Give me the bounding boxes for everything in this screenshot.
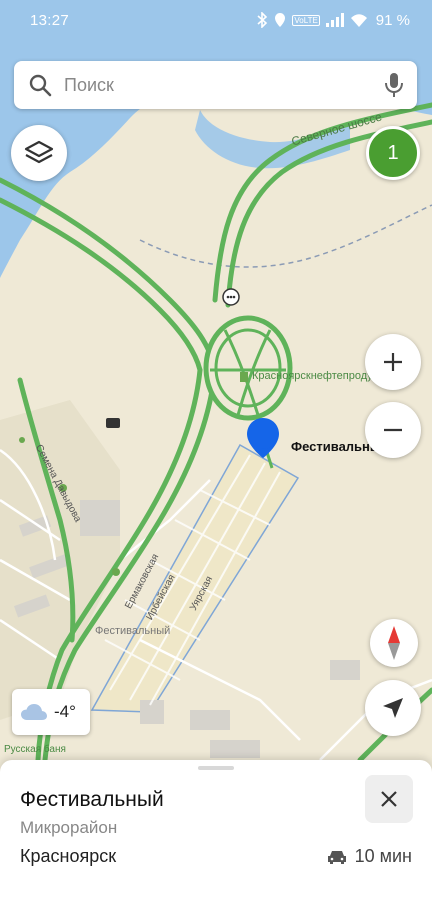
signal-icon <box>325 13 344 27</box>
plus-icon <box>384 353 402 371</box>
cloud-icon <box>21 704 47 720</box>
search-input[interactable] <box>64 74 383 96</box>
bluetooth-icon <box>257 12 268 28</box>
zoom-out-button[interactable] <box>365 402 421 458</box>
compass-icon <box>388 626 400 660</box>
place-city: Красноярск <box>20 846 117 866</box>
volte-badge: VoLTE <box>292 14 320 26</box>
compass-button[interactable] <box>370 619 418 667</box>
car-icon <box>327 850 346 864</box>
zoom-in-button[interactable] <box>365 334 421 390</box>
status-icons: VoLTE 91 % <box>256 12 410 29</box>
navigation-arrow-icon <box>383 698 403 718</box>
search-icon <box>29 74 52 97</box>
my-location-button[interactable] <box>365 680 421 736</box>
microphone-icon[interactable] <box>383 72 405 98</box>
place-name: Фестивальный <box>20 788 164 811</box>
close-icon <box>381 791 397 807</box>
drive-time: 10 мин <box>354 846 412 866</box>
sheet-handle[interactable] <box>198 766 234 770</box>
location-icon <box>275 13 286 27</box>
fuel-icon <box>240 372 248 382</box>
status-time: 13:27 <box>30 11 70 29</box>
car-service-marker-icon <box>106 418 120 428</box>
search-bar[interactable] <box>14 61 417 109</box>
close-button[interactable] <box>365 775 413 823</box>
minus-icon <box>384 428 402 432</box>
park-marker-icon <box>112 568 120 576</box>
battery-level: 91 % <box>375 11 410 29</box>
weather-chip[interactable]: -4° <box>12 689 90 735</box>
layers-button[interactable] <box>11 125 67 181</box>
weather-temperature: -4° <box>54 702 76 721</box>
place-type: Микрорайон <box>20 818 118 837</box>
place-card[interactable]: Фестивальный Микрорайон Красноярск 10 ми… <box>0 760 432 900</box>
wifi-icon <box>350 14 367 27</box>
paw-marker-icon <box>59 484 67 492</box>
route-info[interactable]: 10 мин <box>327 846 412 867</box>
layers-icon <box>24 140 54 164</box>
status-bar: 13:27 VoLTE 91 % <box>0 0 432 40</box>
counter-badge[interactable]: 1 <box>366 126 420 180</box>
